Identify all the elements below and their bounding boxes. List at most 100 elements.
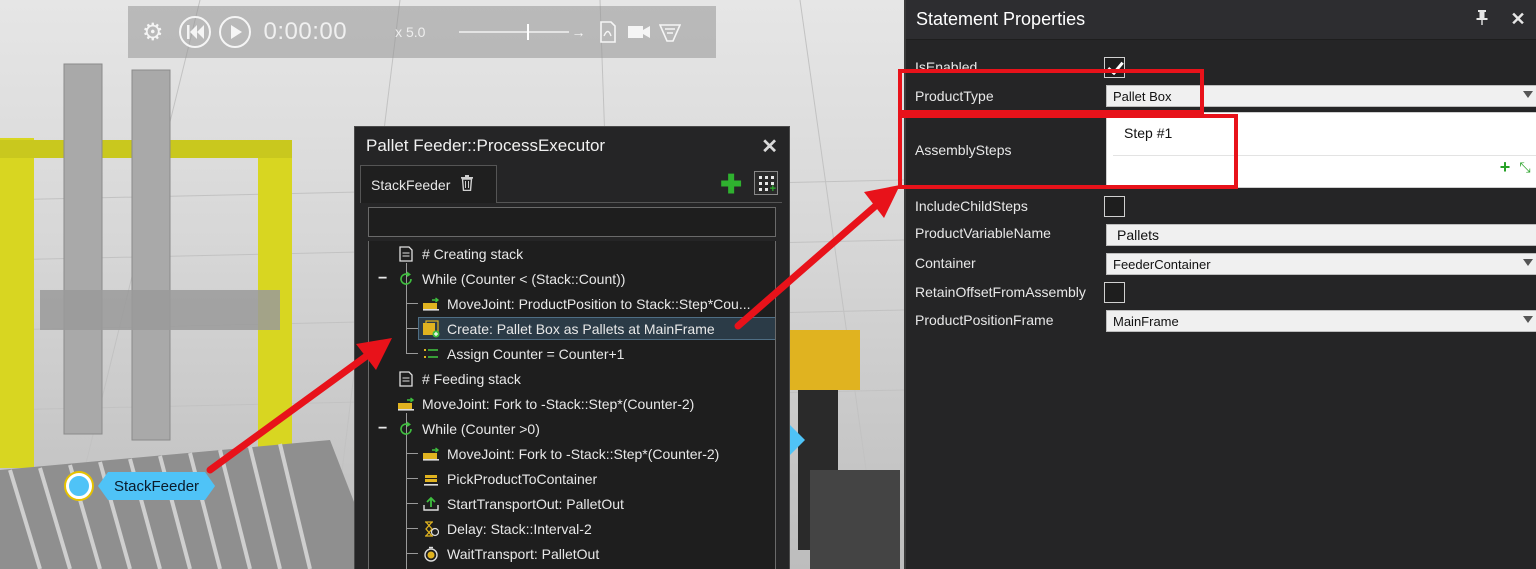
- tree-row[interactable]: WaitTransport: PalletOut: [369, 541, 775, 566]
- trash-icon[interactable]: [460, 174, 474, 195]
- add-statement-icon[interactable]: ✚: [720, 171, 742, 197]
- pick-icon: [422, 470, 440, 488]
- tree-row-label: MoveJoint: ProductPosition to Stack::Ste…: [447, 295, 751, 312]
- retainoffset-checkbox[interactable]: [1104, 282, 1125, 303]
- camera-icon[interactable]: [627, 23, 651, 41]
- speed-slider[interactable]: [459, 22, 570, 42]
- prop-label: ProductPositionFrame: [915, 312, 1054, 328]
- node-label: StackFeeder: [98, 472, 215, 500]
- prop-label: AssemblySteps: [915, 142, 1012, 158]
- tree-row[interactable]: − While (Counter >0): [369, 416, 775, 441]
- tree-row[interactable]: # Feeding stack: [369, 366, 775, 391]
- pdf-icon[interactable]: [599, 21, 617, 43]
- panel-title: Statement Properties: [916, 9, 1086, 29]
- prop-label: ProductVariableName: [915, 225, 1051, 241]
- tree-row-selected[interactable]: Create: Pallet Box as Pallets at MainFra…: [369, 316, 775, 341]
- node-handle[interactable]: [66, 473, 92, 499]
- loop-icon: [397, 420, 415, 438]
- process-executor-dialog: Pallet Feeder::ProcessExecutor ✕ StackFe…: [354, 126, 790, 569]
- pin-icon[interactable]: [1474, 9, 1490, 30]
- tree-row-label: # Creating stack: [422, 245, 524, 262]
- prop-row-isenabled: IsEnabled: [906, 56, 1536, 80]
- close-icon[interactable]: ✕: [761, 134, 778, 159]
- tree-row[interactable]: StartTransportOut: PalletOut: [369, 491, 775, 516]
- tree-row[interactable]: MoveJoint: ProductPosition to Stack::Ste…: [369, 291, 775, 316]
- vr-icon[interactable]: [659, 21, 682, 43]
- close-icon[interactable]: ✕: [1510, 9, 1526, 30]
- statement-grid-icon[interactable]: +: [754, 171, 778, 195]
- tree-row[interactable]: PickProductToContainer: [369, 466, 775, 491]
- tab-stackfeeder[interactable]: StackFeeder: [360, 165, 497, 203]
- prop-row-productvariablename: ProductVariableName Pallets: [906, 223, 1536, 247]
- statement-properties-panel: Statement Properties ✕ IsEnabled Product…: [904, 0, 1536, 569]
- prop-row-productpositionframe: ProductPositionFrame MainFrame: [906, 309, 1536, 333]
- tree-row-label: # Feeding stack: [422, 370, 521, 387]
- transport-out-icon: [422, 495, 440, 513]
- add-step-icon[interactable]: +: [1497, 158, 1513, 176]
- stackfeeder-node[interactable]: StackFeeder: [66, 472, 215, 500]
- prop-row-includechildsteps: IncludeChildSteps: [906, 195, 1536, 219]
- prop-label: Container: [915, 255, 976, 271]
- tree-row-label: Assign Counter = Counter+1: [447, 345, 625, 362]
- tree-row[interactable]: Assign Counter = Counter+1: [369, 341, 775, 366]
- wait-icon: [422, 545, 440, 563]
- assembly-steps-list[interactable]: Step #1 + ⤡: [1106, 112, 1536, 188]
- prop-label: IsEnabled: [915, 59, 978, 75]
- chevron-down-icon: [1523, 316, 1533, 323]
- move-joint-icon: [422, 445, 440, 463]
- select-value: FeederContainer: [1113, 256, 1211, 272]
- collapse-toggle[interactable]: −: [378, 270, 387, 288]
- chevron-down-icon: [1523, 91, 1533, 98]
- panel-titlebar: Statement Properties ✕: [906, 0, 1536, 40]
- comment-icon: [397, 370, 415, 388]
- tree-row[interactable]: MoveJoint: Fork to -Stack::Step*(Counter…: [369, 391, 775, 416]
- prop-row-container: Container FeederContainer: [906, 252, 1536, 276]
- productpositionframe-select[interactable]: MainFrame: [1106, 310, 1536, 332]
- select-value: MainFrame: [1113, 313, 1179, 329]
- chevron-down-icon: [1523, 259, 1533, 266]
- productvariablename-input[interactable]: Pallets: [1106, 224, 1536, 246]
- assign-icon: [422, 345, 440, 363]
- statement-tree[interactable]: # Creating stack − While (Counter < (Sta…: [368, 241, 776, 569]
- prop-label: IncludeChildSteps: [915, 198, 1028, 214]
- collapse-icon[interactable]: ⤡: [1517, 159, 1533, 175]
- tree-row-label: PickProductToContainer: [447, 470, 598, 487]
- tree-row[interactable]: MoveJoint: Fork to -Stack::Step*(Counter…: [369, 441, 775, 466]
- speed-label: x 5.0: [395, 24, 426, 40]
- prop-row-producttype: ProductType Pallet Box: [906, 84, 1536, 108]
- select-value: Pallet Box: [1113, 88, 1172, 104]
- tree-row-label: MoveJoint: Fork to -Stack::Step*(Counter…: [447, 445, 720, 462]
- tree-row-label: WaitTransport: PalletOut: [447, 545, 600, 562]
- tree-row-label: MoveJoint: Fork to -Stack::Step*(Counter…: [422, 395, 695, 412]
- container-select[interactable]: FeederContainer: [1106, 253, 1536, 275]
- includechildsteps-checkbox[interactable]: [1104, 196, 1125, 217]
- play-icon[interactable]: [218, 15, 252, 49]
- tab-bar: StackFeeder ✚ +: [360, 165, 782, 203]
- tree-row-label: StartTransportOut: PalletOut: [447, 495, 624, 512]
- statement-filter-input[interactable]: [368, 207, 776, 237]
- tree-row-label: While (Counter >0): [422, 420, 540, 437]
- tree-row[interactable]: Delay: Stack::Interval-2: [369, 516, 775, 541]
- tree-row-label: While (Counter < (Stack::Count)): [422, 270, 626, 287]
- tree-row-label: Delay: Stack::Interval-2: [447, 520, 592, 537]
- dialog-title: Pallet Feeder::ProcessExecutor: [366, 136, 606, 155]
- playback-toolbar: ⚙ 0:00:00 x 5.0 →: [128, 6, 716, 58]
- rewind-icon[interactable]: [178, 15, 212, 49]
- tree-row[interactable]: − While (Counter < (Stack::Count)): [369, 266, 775, 291]
- producttype-select[interactable]: Pallet Box: [1106, 85, 1536, 107]
- tree-row[interactable]: # Creating stack: [369, 241, 775, 266]
- dialog-titlebar: Pallet Feeder::ProcessExecutor ✕: [355, 127, 789, 165]
- collapse-toggle[interactable]: −: [378, 420, 387, 438]
- isenabled-checkbox[interactable]: [1104, 57, 1125, 78]
- tree-row-label: Create: Pallet Box as Pallets at MainFra…: [447, 320, 715, 337]
- gear-icon[interactable]: ⚙: [142, 18, 164, 47]
- prop-row-retainoffset: RetainOffsetFromAssembly: [906, 281, 1536, 305]
- comment-icon: [397, 245, 415, 263]
- list-item[interactable]: Step #1: [1124, 125, 1172, 141]
- prop-label: ProductType: [915, 88, 994, 104]
- create-icon: [422, 319, 440, 338]
- arrow-right-icon: →: [571, 24, 586, 40]
- simulation-time: 0:00:00: [263, 18, 348, 45]
- prop-label: RetainOffsetFromAssembly: [915, 284, 1086, 300]
- move-joint-icon: [397, 395, 415, 413]
